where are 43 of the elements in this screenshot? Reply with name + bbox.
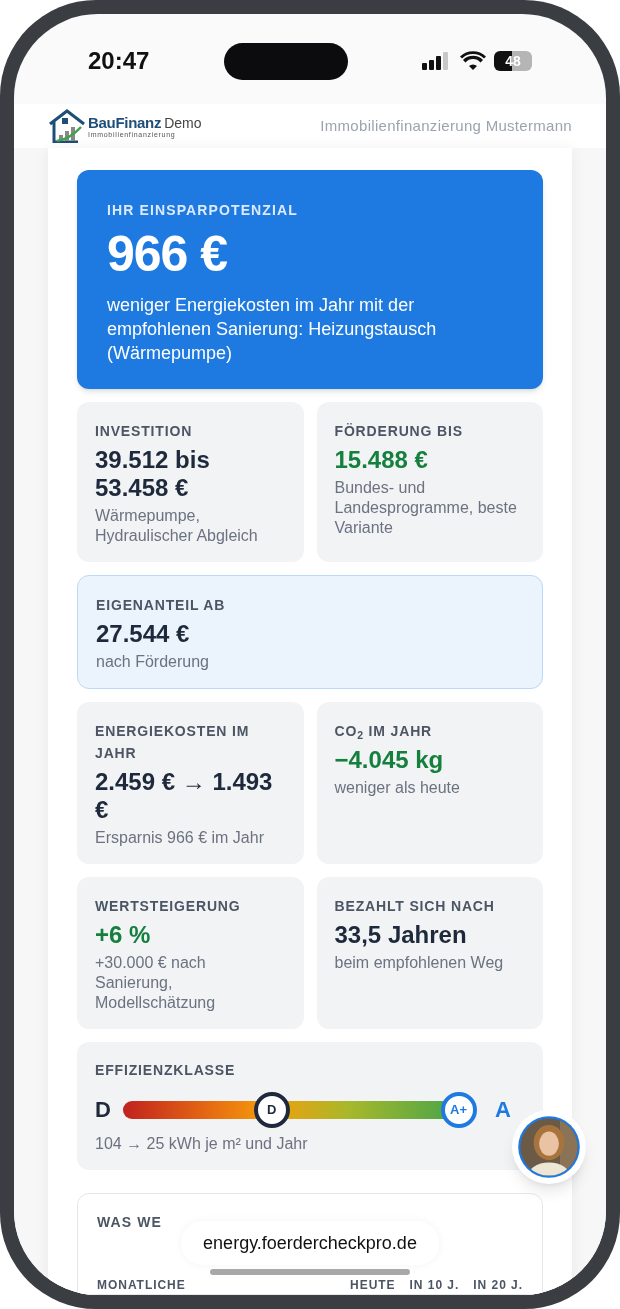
card-label: BEZAHLT SICH NACH <box>334 897 496 916</box>
header-title: Immobilienfinanzierung Mustermann <box>320 115 572 136</box>
card-note: weniger als heute <box>334 778 461 798</box>
banner-value: 966 € <box>107 225 229 284</box>
table-header-cell-text: HEUTE <box>350 1277 396 1294</box>
card-value: 39.512 bis 53.458 € <box>95 446 211 502</box>
logo-wordmark: BauFinanz <box>88 114 162 130</box>
card-value: −4.045 kg <box>334 746 445 774</box>
card-label: EFFIZIENZKLASSE <box>95 1061 237 1080</box>
card-label: FÖRDERUNG BIS <box>334 422 464 441</box>
clock: 20:47 <box>88 46 150 76</box>
card-value: 2.459 € → 1.493 € <box>95 768 274 824</box>
logo-suffix: Demo <box>164 115 202 130</box>
target-class-marker: A+ <box>440 1091 477 1128</box>
card-label: EIGENANTEIL AB <box>96 596 227 615</box>
class-from: D <box>95 1096 111 1124</box>
card-note: 104 → 25 kWh je m² und Jahr <box>95 1134 309 1154</box>
banner-text: weniger Energiekosten im Jahr mit der empfohlenen Sanierung: Heizungstausch (Wärmepumpe) <box>107 294 438 365</box>
outlook-title: WAS WE <box>97 1213 163 1232</box>
card-label: INVESTITION <box>95 422 194 441</box>
table-header-cell-text: IN 10 J. <box>409 1277 460 1294</box>
card-note: nach Förderung <box>96 652 210 672</box>
banner-label: IHR EINSPARPOTENZIAL <box>107 201 299 220</box>
url-text: energy.foerdercheckpro.de <box>203 1231 417 1255</box>
card-value: 33,5 Jahren <box>334 921 468 949</box>
card-note: beim empfohlenen Weg <box>334 953 505 973</box>
class-to: A <box>495 1096 512 1124</box>
url-pill[interactable]: energy.foerdercheckpro.de <box>181 1221 439 1265</box>
card-label: WERTSTEIGERUNG <box>95 897 242 916</box>
card-note: Ersparnis 966 € im Jahr <box>95 828 265 848</box>
card-value: 15.488 € <box>334 446 429 474</box>
house-logo-icon <box>48 109 86 143</box>
card-value: +6 % <box>95 921 152 949</box>
card-note: +30.000 € nach Sanierung, Modellschätzung <box>95 953 217 1013</box>
card-value: 27.544 € <box>96 620 191 648</box>
current-class-marker: D <box>253 1091 290 1128</box>
card-label: ENERGIEKOSTEN IM JAHR <box>95 722 251 763</box>
card-label: CO$_{2}$ IM JAHR <box>334 722 434 742</box>
wifi-icon <box>460 51 486 71</box>
card-note: Wärmepumpe, Hydraulischer Abgleich <box>95 506 259 546</box>
card-note: Bundes- und Landesprogramme, beste Variante <box>334 478 518 538</box>
table-header-cell-text: MONATLICHE <box>97 1277 186 1294</box>
table-header-cell-text: IN 20 J. <box>473 1277 523 1294</box>
